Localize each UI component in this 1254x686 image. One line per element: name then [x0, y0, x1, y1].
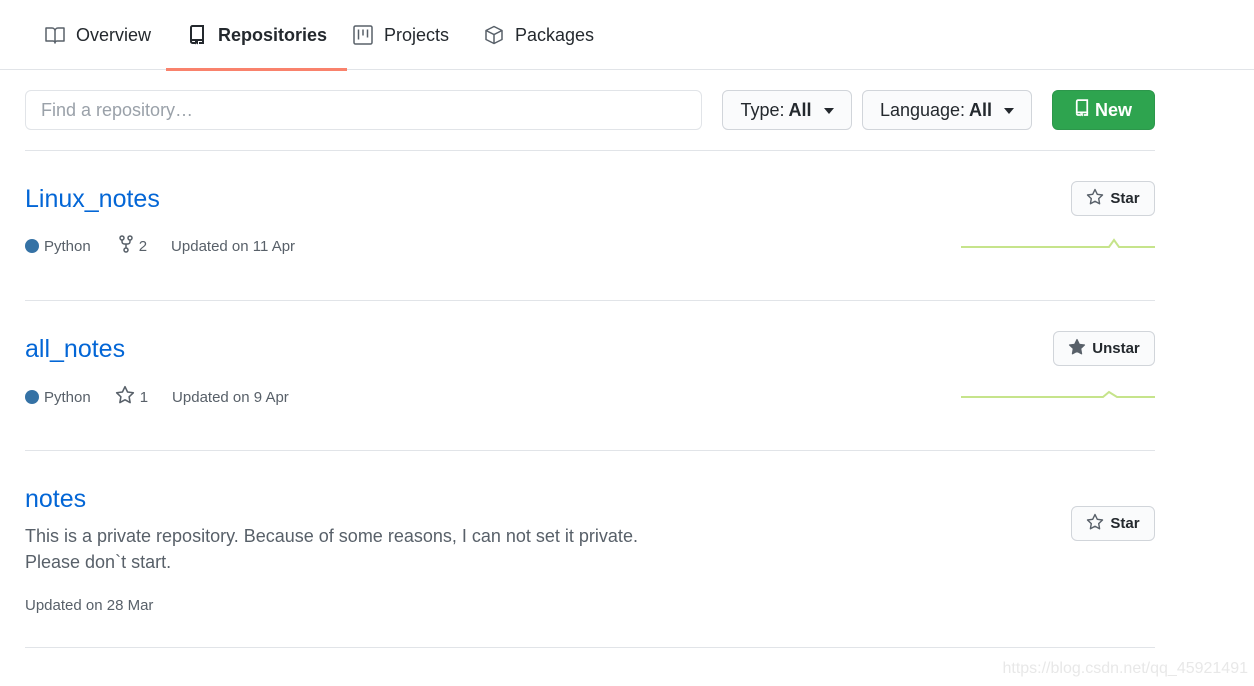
profile-tabnav: Overview Repositories Projects Packages — [0, 0, 1254, 71]
activity-sparkline — [961, 390, 1155, 398]
repo-name-link[interactable]: Linux_notes — [25, 185, 160, 214]
star-outline-icon — [1086, 513, 1104, 535]
stargazers-link[interactable]: 1 — [115, 385, 148, 409]
project-icon — [352, 24, 374, 46]
description-line: Please don`t start. — [25, 552, 172, 572]
repo-language: Python — [25, 389, 91, 406]
repo-item-notes: notes This is a private repository. Beca… — [25, 485, 1155, 630]
repo-meta: Python 1 Updated on 9 Apr — [25, 385, 289, 409]
package-icon — [483, 24, 505, 46]
repo-name-link[interactable]: all_notes — [25, 335, 125, 364]
description-line: This is a private repository. Because of… — [25, 526, 638, 546]
repo-icon — [1075, 98, 1089, 122]
divider — [25, 450, 1155, 451]
language-name: Python — [44, 237, 91, 255]
star-button[interactable]: Star — [1071, 506, 1155, 541]
tab-projects[interactable]: Projects — [352, 0, 449, 70]
tab-label: Projects — [384, 24, 450, 45]
divider — [25, 150, 1155, 151]
updated-time: Updated on 28 Mar — [25, 597, 154, 614]
repo-item-all-notes: all_notes Python 1 Updated on 9 Apr Unst… — [25, 331, 1155, 435]
star-button-label: Star — [1110, 190, 1140, 207]
language-filter-value: All — [969, 99, 993, 120]
repo-description: This is a private repository. Because of… — [25, 523, 725, 575]
repo-language: Python — [25, 238, 91, 255]
updated-time: Updated on 11 Apr — [171, 237, 296, 255]
star-outline-icon — [1086, 188, 1104, 210]
unstar-button-label: Unstar — [1092, 340, 1140, 357]
watermark: https://blog.csdn.net/qq_45921491 — [1002, 660, 1248, 677]
type-filter-select[interactable]: Type: All — [722, 90, 852, 130]
language-color-dot — [25, 390, 39, 404]
repo-meta: Python 2 Updated on 11 Apr — [25, 235, 295, 257]
repo-search-input[interactable] — [25, 90, 702, 130]
language-filter-label: Language: — [879, 99, 966, 120]
star-count: 1 — [139, 388, 149, 406]
caret-down-icon — [1004, 108, 1015, 114]
type-filter-value: All — [788, 99, 812, 120]
tab-overview[interactable]: Overview — [44, 0, 151, 70]
updated-time: Updated on 9 Apr — [172, 388, 289, 406]
fork-count: 2 — [138, 237, 148, 255]
forks-link[interactable]: 2 — [118, 235, 147, 257]
activity-sparkline — [961, 238, 1155, 248]
fork-icon — [118, 235, 134, 257]
repo-meta: Updated on 28 Mar — [25, 597, 153, 614]
language-color-dot — [25, 239, 39, 253]
tab-label: Repositories — [218, 24, 328, 45]
new-repo-button[interactable]: New — [1052, 90, 1155, 130]
language-name: Python — [44, 388, 91, 406]
caret-down-icon — [823, 108, 834, 114]
tab-label: Overview — [76, 24, 152, 45]
repo-icon — [186, 24, 208, 46]
divider — [25, 300, 1155, 301]
repo-name-link[interactable]: notes — [25, 485, 86, 514]
tab-label: Packages — [515, 24, 595, 45]
type-filter-label: Type: — [740, 99, 785, 120]
language-filter-select[interactable]: Language: All — [862, 90, 1032, 130]
unstar-button[interactable]: Unstar — [1053, 331, 1155, 366]
new-button-label: New — [1094, 99, 1132, 120]
book-icon — [44, 24, 66, 46]
repo-item-linux-notes: Linux_notes Python 2 Updated on 11 Apr S… — [25, 181, 1155, 285]
tab-packages[interactable]: Packages — [483, 0, 594, 70]
tab-repositories[interactable]: Repositories — [165, 0, 348, 71]
divider — [25, 647, 1155, 648]
star-outline-icon — [115, 385, 135, 409]
star-button-label: Star — [1110, 515, 1140, 532]
star-button[interactable]: Star — [1071, 181, 1155, 216]
star-filled-icon — [1068, 338, 1086, 360]
